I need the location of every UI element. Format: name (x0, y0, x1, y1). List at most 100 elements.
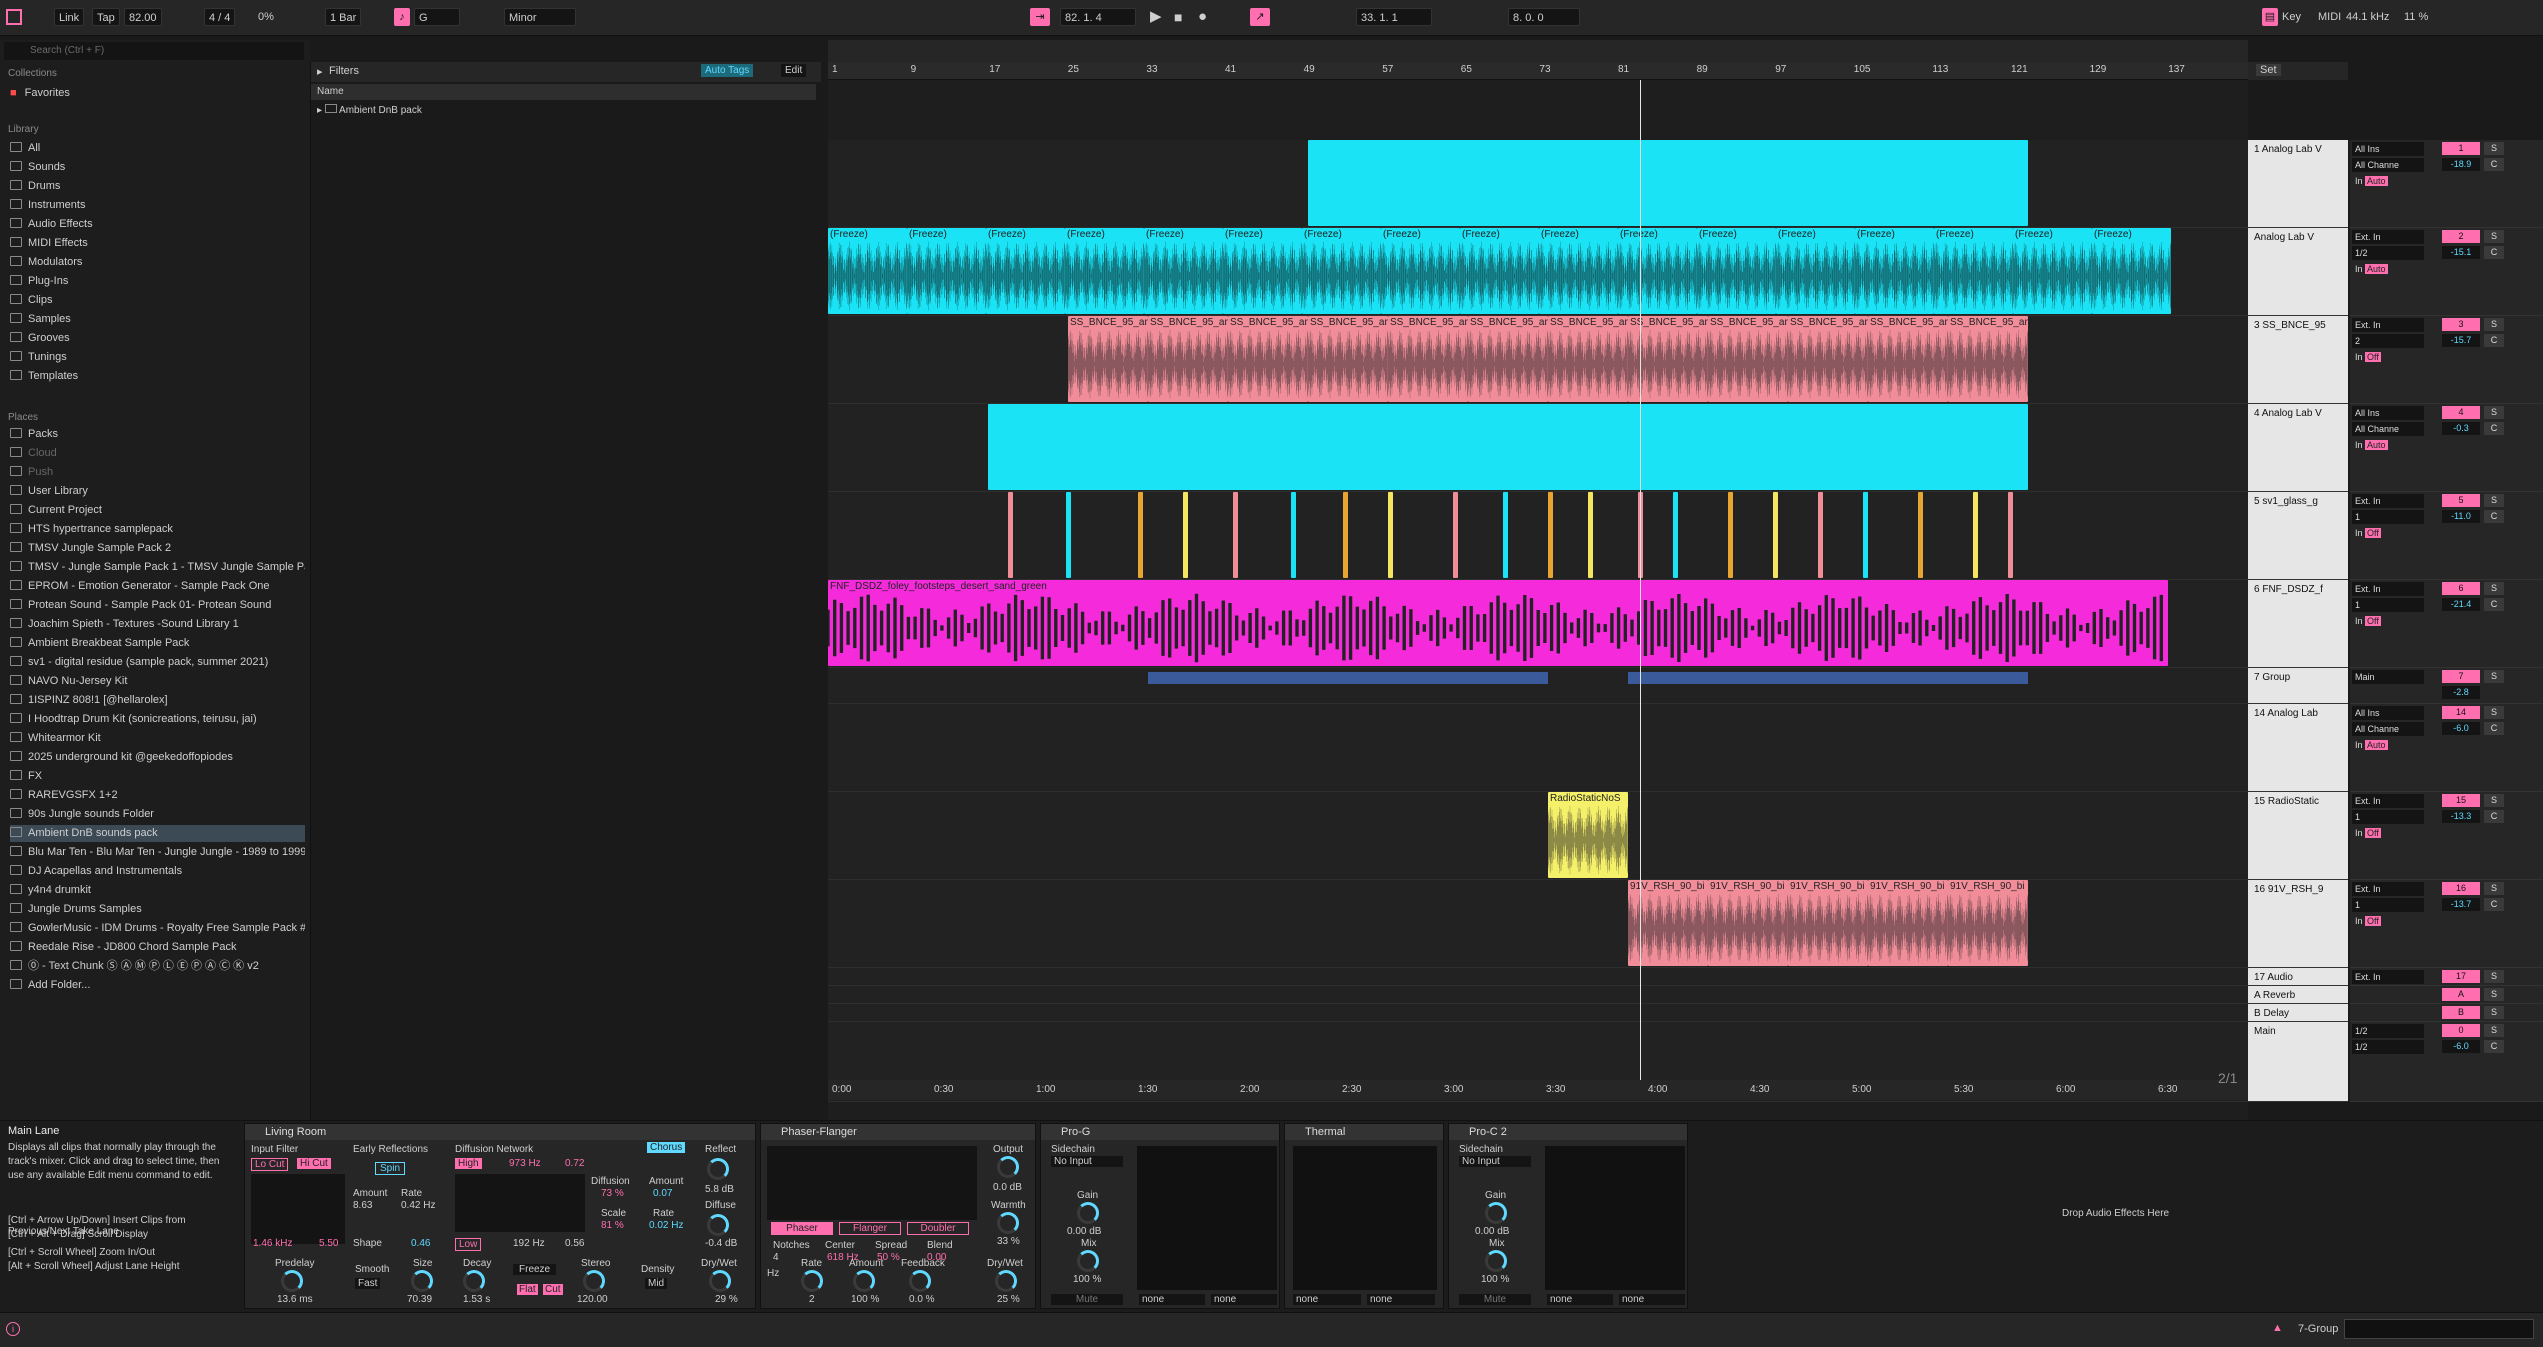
track-name[interactable]: A Reverb (2254, 990, 2344, 1001)
prog-mix-value[interactable]: 100 % (1073, 1274, 1101, 1285)
input-channel-select[interactable]: All Channe (2352, 722, 2424, 736)
clip[interactable]: (Freeze) (1460, 228, 1539, 314)
input-type-select[interactable]: Main (2352, 670, 2424, 684)
clip[interactable] (1588, 492, 1593, 578)
place-item[interactable]: TMSV Jungle Sample Pack 2 (10, 540, 305, 557)
feedback-knob[interactable] (909, 1270, 931, 1292)
library-item[interactable]: Audio Effects (10, 216, 305, 233)
volume-field[interactable]: -21.4 (2442, 598, 2480, 611)
track-header[interactable]: 17 Audio (2248, 968, 2348, 986)
monitor-mode[interactable]: Auto (2365, 740, 2388, 750)
filters-label[interactable]: Filters (329, 65, 359, 77)
group-clip-summary[interactable] (1148, 672, 1548, 684)
predelay-value[interactable]: 13.6 ms (277, 1294, 313, 1305)
solo-button[interactable]: S (2484, 582, 2504, 595)
prog-macro-select-1[interactable]: none (1139, 1294, 1205, 1305)
drop-effects-zone[interactable]: Drop Audio Effects Here (2062, 1208, 2169, 1219)
pan-field[interactable]: C (2484, 810, 2504, 823)
decay-knob[interactable] (463, 1270, 485, 1292)
monitor-in[interactable]: In (2355, 440, 2363, 450)
clip[interactable] (1308, 140, 2028, 226)
favorites-item[interactable]: ■ Favorites (10, 85, 305, 102)
place-item[interactable]: Push (10, 464, 305, 481)
clip[interactable]: SS_BNCE_95_ambient_loop_kit05_gray_lush_… (1788, 316, 1868, 402)
phaser-drywet-value[interactable]: 25 % (997, 1294, 1020, 1305)
track-activator[interactable]: 2 (2442, 230, 2480, 243)
volume-field[interactable]: -15.7 (2442, 334, 2480, 347)
input-type-select[interactable]: Ext. In (2352, 970, 2424, 984)
time-signature[interactable]: 4 / 4 (204, 8, 236, 26)
input-channel-select[interactable]: 1/2 (2352, 1040, 2424, 1054)
flat-button[interactable]: Flat (517, 1284, 538, 1295)
track-header[interactable]: 5 sv1_glass_g (2248, 492, 2348, 580)
key-select[interactable]: G (414, 8, 460, 26)
pan-field[interactable]: C (2484, 510, 2504, 523)
size-value[interactable]: 70.39 (407, 1294, 432, 1305)
filter-freq-2[interactable]: 5.50 (319, 1238, 338, 1249)
track-activator[interactable]: 6 (2442, 582, 2480, 595)
place-item[interactable]: Cloud (10, 445, 305, 462)
solo-button[interactable]: S (2484, 1006, 2504, 1019)
volume-field[interactable]: -6.0 (2442, 722, 2480, 735)
phaser-mode-button[interactable]: Doubler (907, 1222, 969, 1235)
midi-map-label[interactable]: MIDI (2318, 8, 2341, 26)
place-item[interactable]: EPROM - Emotion Generator - Sample Pack … (10, 578, 305, 595)
clip[interactable]: RadioStaticNoS (1548, 792, 1628, 878)
diffusion-value[interactable]: 73 % (601, 1188, 624, 1199)
key-map-label[interactable]: Key (2282, 8, 2301, 26)
library-item[interactable]: Instruments (10, 197, 305, 214)
track-lane[interactable]: (Freeze) (Freeze) (Freeze) (Freeze) (Freeze)… (828, 228, 2248, 316)
place-item[interactable]: Packs (10, 426, 305, 443)
proc-plugin-display[interactable] (1545, 1146, 1685, 1290)
track-activator[interactable]: 14 (2442, 706, 2480, 719)
place-item[interactable]: Whitearmor Kit (10, 730, 305, 747)
diffuse-value[interactable]: -0.4 dB (705, 1238, 737, 1249)
track-name[interactable]: 3 SS_BNCE_95 (2254, 320, 2344, 331)
monitor-mode[interactable]: Off (2365, 528, 2381, 538)
spin-button[interactable]: Spin (375, 1162, 406, 1175)
library-item[interactable]: Samples (10, 311, 305, 328)
monitor-row[interactable]: In Off (2352, 350, 2424, 364)
track-header[interactable]: 7 Group (2248, 668, 2348, 704)
monitor-mode[interactable]: Auto (2365, 176, 2388, 186)
solo-button[interactable]: S (2484, 988, 2504, 1001)
high-value[interactable]: 0.72 (565, 1158, 584, 1169)
track-name[interactable]: 4 Analog Lab V (2254, 408, 2344, 419)
place-item[interactable]: Joachim Spieth - Textures -Sound Library… (10, 616, 305, 633)
track-name[interactable]: 14 Analog Lab (2254, 708, 2344, 719)
prog-macro-select-2[interactable]: none (1211, 1294, 1277, 1305)
monitor-in[interactable]: In (2355, 828, 2363, 838)
loop-length-field[interactable]: 8. 0. 0 (1508, 8, 1580, 26)
folder-row[interactable]: ▸ Ambient DnB pack (317, 104, 422, 116)
volume-field[interactable]: -0.3 (2442, 422, 2480, 435)
thermal-title[interactable]: Thermal (1285, 1124, 1443, 1140)
clip[interactable]: (Freeze) (1934, 228, 2013, 314)
solo-button[interactable]: S (2484, 1024, 2504, 1037)
input-channel-select[interactable]: 1 (2352, 598, 2424, 612)
monitor-in[interactable]: In (2355, 616, 2363, 626)
track-lane[interactable]: 91V_RSH_90_bi 91V_RSH_90_bi 91V_RSH_90_bi 9… (828, 880, 2248, 968)
track-lane[interactable]: FNF_DSDZ_foley_footsteps_desert_sand_gre… (828, 580, 2248, 668)
input-type-select[interactable]: Ext. In (2352, 794, 2424, 808)
proc-mix-value[interactable]: 100 % (1481, 1274, 1509, 1285)
track-lane[interactable] (828, 492, 2248, 580)
solo-button[interactable]: S (2484, 142, 2504, 155)
clip[interactable] (1388, 492, 1393, 578)
track-name[interactable]: B Delay (2254, 1008, 2344, 1019)
solo-button[interactable]: S (2484, 318, 2504, 331)
place-item[interactable]: Add Folder... (10, 977, 305, 994)
app-menu-icon[interactable] (6, 9, 22, 25)
pan-field[interactable]: C (2484, 598, 2504, 611)
living-room-title[interactable]: Living Room (245, 1124, 755, 1140)
solo-button[interactable]: S (2484, 706, 2504, 719)
edit-button[interactable]: Edit (781, 64, 807, 77)
hi-cut-button[interactable]: Hi Cut (297, 1158, 331, 1169)
place-item[interactable]: 90s Jungle sounds Folder (10, 806, 305, 823)
smooth-select[interactable]: Fast (355, 1278, 381, 1289)
thermal-macro-select-2[interactable]: none (1367, 1294, 1435, 1305)
prog-gain-value[interactable]: 0.00 dB (1067, 1226, 1101, 1237)
track-name[interactable]: Main (2254, 1026, 2344, 1037)
monitor-row[interactable]: In Auto (2352, 738, 2424, 752)
drywet-value[interactable]: 29 % (715, 1294, 738, 1305)
place-item[interactable]: Protean Sound - Sample Pack 01- Protean … (10, 597, 305, 614)
